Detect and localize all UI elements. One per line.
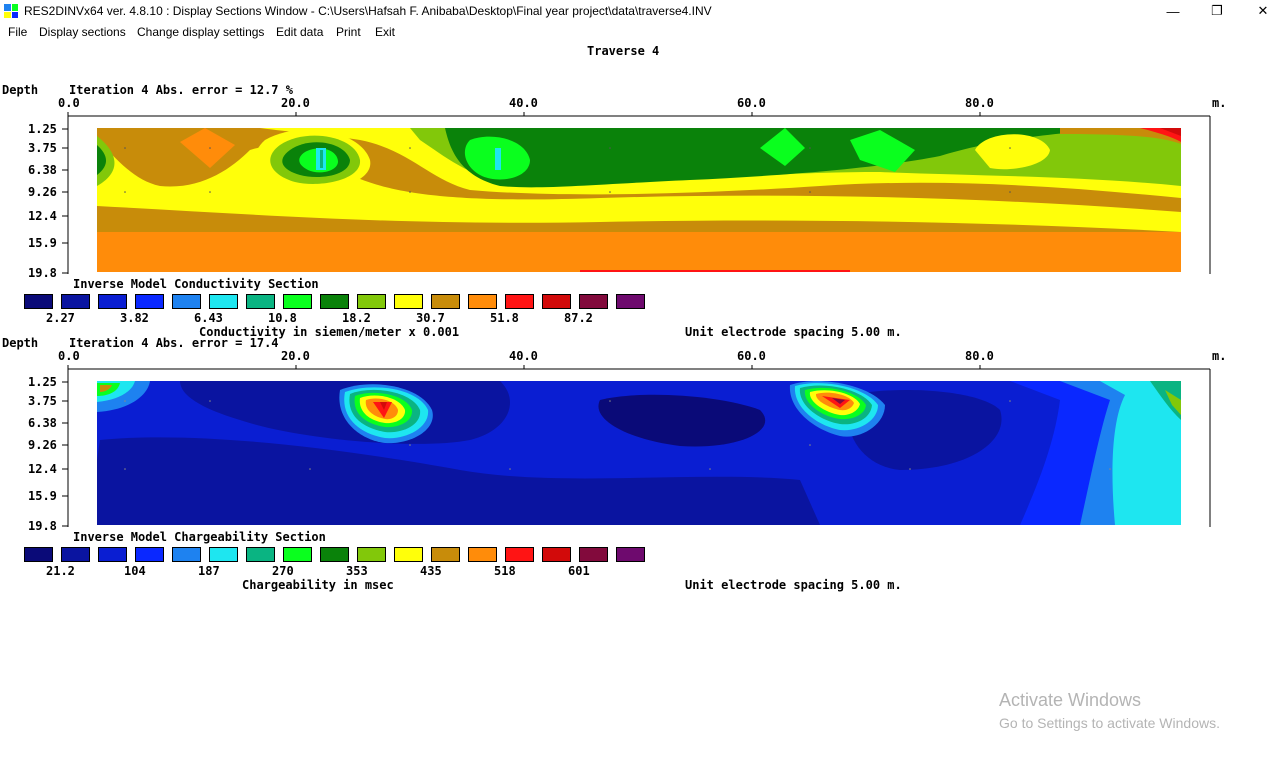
legend-swatch <box>431 547 460 562</box>
legend-swatch <box>542 547 571 562</box>
legend-swatch <box>579 547 608 562</box>
legend-swatch <box>209 547 238 562</box>
spacing-text-2: Unit electrode spacing 5.00 m. <box>685 578 902 592</box>
legend-swatch <box>505 547 534 562</box>
chargeability-section-plot <box>62 365 1211 527</box>
activation-watermark-subtitle: Go to Settings to activate Windows. <box>999 715 1220 731</box>
legend-value-2-5: 435 <box>420 564 442 578</box>
legend-swatch <box>616 547 645 562</box>
legend-value-2-4: 353 <box>346 564 368 578</box>
activation-watermark-title: Activate Windows <box>999 690 1142 710</box>
legend-value-2-6: 518 <box>494 564 516 578</box>
legend-value-2-1: 104 <box>124 564 146 578</box>
legend-swatch <box>320 547 349 562</box>
legend-swatch <box>468 547 497 562</box>
legend-swatch <box>246 547 275 562</box>
legend-swatch <box>283 547 312 562</box>
legend-swatch <box>61 547 90 562</box>
legend-value-2-3: 270 <box>272 564 294 578</box>
legend-swatch <box>24 547 53 562</box>
legend-value-2-7: 601 <box>568 564 590 578</box>
legend-value-2-0: 21.2 <box>46 564 75 578</box>
legend-swatch <box>135 547 164 562</box>
legend-swatch <box>172 547 201 562</box>
legend-swatch <box>357 547 386 562</box>
legend-swatch <box>394 547 423 562</box>
legend-swatch <box>98 547 127 562</box>
section-name-2: Inverse Model Chargeability Section <box>73 530 326 544</box>
units-text-2: Chargeability in msec <box>242 578 394 592</box>
legend-value-2-2: 187 <box>198 564 220 578</box>
chargeability-contours <box>97 381 1181 525</box>
